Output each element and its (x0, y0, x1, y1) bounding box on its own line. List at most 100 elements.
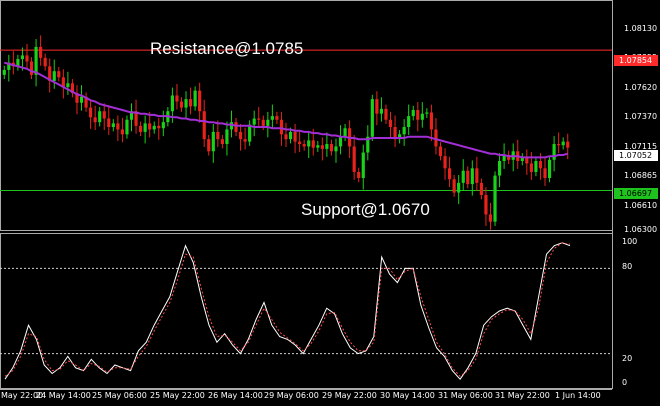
svg-text:1.07854: 1.07854 (619, 56, 652, 65)
bull-candle (534, 161, 538, 172)
price-tick-label: 1.06300 (624, 225, 657, 234)
bull-candle (98, 111, 102, 123)
time-tick-label: 25 May 22:00 (150, 391, 205, 400)
bear-candle (429, 112, 433, 130)
bull-candle (338, 136, 343, 147)
bull-candle (20, 55, 25, 60)
bull-candle (547, 159, 552, 179)
bull-candle (225, 129, 229, 145)
bull-candle (34, 46, 38, 75)
time-tick-label: 31 May 22:00 (495, 391, 550, 400)
bear-candle (557, 144, 561, 146)
bear-candle (384, 108, 388, 120)
time-tick-label: 29 May 22:00 (322, 391, 377, 400)
bear-candle (175, 95, 179, 102)
bull-candle (125, 119, 129, 135)
bear-candle (279, 119, 284, 135)
time-axis: May 22:00 24 May 14:00 25 May 06:00 25 M… (1, 391, 601, 400)
bull-candle (152, 125, 156, 130)
bear-candle (284, 134, 288, 140)
bull-candle (552, 144, 556, 160)
osc-tick-label: 100 (622, 237, 637, 246)
bull-candle (170, 95, 174, 112)
bear-candle (543, 168, 547, 179)
oscillator-main-line (4, 242, 571, 381)
bull-candle (407, 116, 411, 128)
bear-candle (198, 90, 202, 112)
svg-text:1.07052: 1.07052 (619, 151, 652, 160)
price-tick-label: 1.06610 (624, 201, 657, 210)
bear-candle (538, 161, 543, 169)
bull-candle (425, 112, 429, 114)
bear-candle (93, 117, 97, 123)
price-tick-label: 1.08130 (624, 24, 657, 33)
bear-candle (275, 116, 279, 120)
svg-text:1.06697: 1.06697 (619, 189, 652, 198)
bull-candle (288, 131, 293, 140)
bear-candle (234, 122, 238, 132)
bear-candle (89, 107, 93, 118)
bull-candle (379, 108, 384, 114)
bull-candle (161, 122, 165, 129)
bear-candle (29, 61, 34, 75)
bear-candle (443, 156, 447, 169)
current-price-tag: 1.07052 (614, 150, 658, 161)
bear-candle (375, 99, 379, 114)
bear-candle (357, 171, 361, 179)
bear-candle (479, 182, 483, 196)
bear-candle (352, 146, 356, 172)
time-tick-label: 24 May 14:00 (36, 391, 91, 400)
bull-candle (2, 69, 6, 75)
chart-window: Resistance@1.0785 Support@1.0670 1.08130… (0, 0, 660, 402)
bull-candle (370, 99, 374, 137)
bull-candle (561, 141, 565, 146)
bull-candle (52, 71, 56, 81)
time-tick-label: 30 May 14:00 (380, 391, 435, 400)
bull-candle (420, 113, 424, 120)
bull-candle (497, 161, 502, 176)
bull-candle (66, 83, 70, 87)
bear-candle (107, 118, 111, 128)
bear-candle (447, 168, 452, 180)
osc-tick-label: 0 (622, 378, 627, 387)
bear-candle (57, 71, 61, 78)
oscillator-axis: 100 80 20 0 (622, 237, 637, 387)
bull-candle (211, 131, 215, 152)
price-tick-label: 1.07620 (624, 83, 657, 92)
bear-candle (452, 179, 456, 193)
bear-candle (311, 140, 315, 148)
bear-candle (102, 111, 106, 119)
bull-candle (307, 140, 311, 147)
time-tick-label: 26 May 14:00 (208, 391, 263, 400)
time-tick-label: 25 May 06:00 (92, 391, 147, 400)
bear-candle (388, 119, 393, 128)
bull-candle (316, 145, 320, 148)
bear-candle (25, 55, 29, 62)
bear-candle (157, 125, 161, 129)
bull-candle (193, 90, 197, 107)
oscillator-signal-line (4, 242, 571, 377)
bull-candle (457, 182, 461, 193)
bear-candle (257, 118, 261, 120)
bear-candle (243, 139, 247, 142)
price-tick-label: 1.07115 (624, 142, 657, 151)
support-annotation: Support@1.0670 (301, 200, 430, 219)
bear-candle (466, 170, 470, 185)
bear-candle (475, 168, 479, 183)
bear-candle (207, 139, 211, 152)
chart-canvas: Resistance@1.0785 Support@1.0670 1.08130… (0, 0, 658, 400)
bear-candle (39, 46, 43, 58)
bear-candle (302, 144, 306, 147)
bull-candle (411, 110, 415, 117)
bear-candle (416, 110, 420, 120)
bear-candle (202, 111, 206, 140)
bull-candle (266, 119, 270, 126)
bull-candle (111, 123, 115, 128)
bear-candle (261, 119, 265, 126)
bull-candle (470, 168, 474, 185)
bull-candle (252, 118, 256, 125)
price-tick-label: 1.06865 (624, 171, 657, 180)
bull-candle (402, 127, 406, 135)
bear-candle (298, 141, 302, 145)
bear-candle (329, 144, 334, 152)
